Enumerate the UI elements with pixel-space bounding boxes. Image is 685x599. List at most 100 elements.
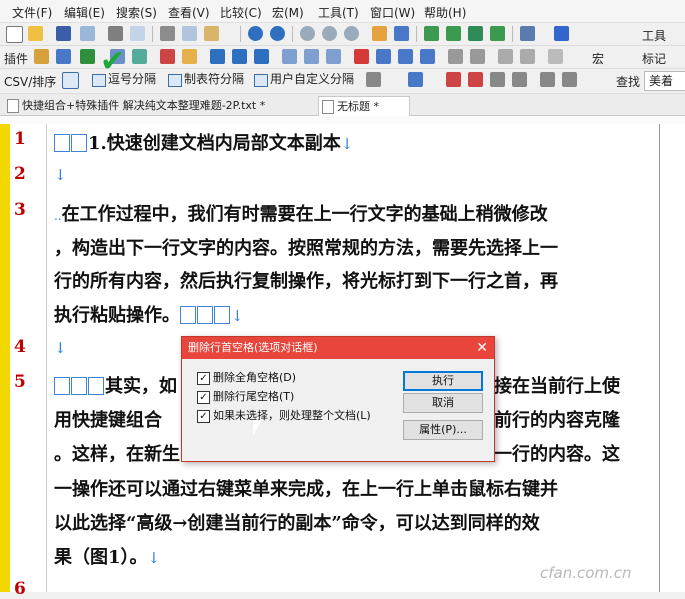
fullwidth-space-marker — [180, 306, 196, 324]
redo-icon[interactable] — [270, 26, 285, 41]
copy-icon[interactable] — [182, 26, 197, 41]
tab-document-1[interactable]: 快捷组合+特殊插件 解决纯文本整理难题-2P.txt * — [4, 96, 265, 115]
menu-search[interactable]: 搜索(S) — [116, 4, 157, 21]
line-number: 2 — [14, 164, 26, 184]
filter-icon[interactable] — [394, 26, 409, 41]
toolbar-separator — [416, 26, 417, 42]
checkbox-label: 如果未选择，则处理整个文档(L) — [213, 409, 371, 422]
close-icon[interactable]: ✕ — [476, 339, 488, 357]
font-icon[interactable] — [182, 49, 197, 64]
custom-separated-button[interactable]: 用户自定义分隔 — [252, 71, 354, 88]
column-icon[interactable] — [304, 49, 319, 64]
cancel-button[interactable]: 取消 — [403, 393, 483, 413]
macro-play-icon[interactable] — [470, 49, 485, 64]
editor-line-3c: 行的所有内容，然后执行复制操作，将光标打到下一行之首，再 — [54, 271, 558, 292]
save-all-icon[interactable] — [80, 26, 95, 41]
paragraph-icon[interactable] — [210, 49, 225, 64]
find-next-icon[interactable] — [322, 26, 337, 41]
paste-icon[interactable] — [204, 26, 219, 41]
delete-trailing-spaces-checkbox[interactable]: ✓ 删除行尾空格(T) — [197, 389, 294, 405]
space-marker: .. — [54, 209, 62, 223]
watermark: cfan.com.cn — [540, 564, 632, 582]
menu-file[interactable]: 文件(F) — [12, 4, 52, 21]
word-wrap-icon[interactable] — [468, 26, 483, 41]
columns-icon[interactable] — [408, 72, 423, 87]
sort-reverse-icon[interactable] — [512, 72, 527, 87]
editor-line-5e: 以此选择“高级→创建当前行的副本”命令，可以达到同样的效 — [54, 513, 540, 534]
print-icon[interactable] — [108, 26, 123, 41]
sort-desc-icon[interactable] — [468, 72, 483, 87]
wrap-margin-line — [659, 124, 660, 592]
delete-fullwidth-spaces-checkbox[interactable]: ✓ 删除全角空格(D) — [197, 370, 296, 386]
web-icon[interactable] — [554, 26, 569, 41]
text-color-icon[interactable] — [160, 49, 175, 64]
document-icon[interactable] — [520, 26, 535, 41]
align-icon[interactable] — [232, 49, 247, 64]
menu-tools[interactable]: 工具(T) — [318, 4, 359, 21]
menu-view[interactable]: 查看(V) — [168, 4, 210, 21]
save-icon[interactable] — [56, 26, 71, 41]
checkbox-label: 删除全角空格(D) — [213, 371, 297, 384]
toolbar-separator — [240, 26, 241, 42]
tab-untitled[interactable]: 无标题 * — [318, 96, 410, 116]
view-list-icon[interactable] — [424, 26, 439, 41]
table-icon[interactable] — [56, 49, 71, 64]
indent-icon[interactable] — [254, 49, 269, 64]
bookmark-prev-icon[interactable] — [420, 49, 435, 64]
execute-button[interactable]: 执行 — [403, 371, 483, 391]
macro-edit-icon[interactable] — [498, 49, 513, 64]
fullwidth-space-marker — [88, 377, 104, 395]
bookmark-icon[interactable] — [376, 49, 391, 64]
view-split-icon[interactable] — [490, 26, 505, 41]
new-file-icon[interactable] — [6, 26, 23, 43]
find-icon[interactable] — [300, 26, 315, 41]
view-toggle-icon[interactable] — [446, 26, 461, 41]
tab-separated-button[interactable]: 制表符分隔 — [166, 71, 244, 88]
plugin-icon[interactable] — [34, 49, 49, 64]
fullwidth-space-marker — [71, 377, 87, 395]
menu-help[interactable]: 帮助(H) — [424, 4, 466, 21]
sort-icon[interactable] — [326, 49, 341, 64]
editor-line-5b-right: 前行的内容克隆 — [494, 410, 620, 431]
open-folder-icon[interactable] — [28, 26, 43, 41]
properties-button[interactable]: 属性(P)... — [403, 420, 483, 440]
line-number: 3 — [14, 200, 26, 220]
line-number: 6 — [14, 579, 26, 599]
find-prev-icon[interactable] — [344, 26, 359, 41]
checkbox-check-icon: ✓ — [197, 410, 210, 423]
tools-toolbar-label: 工具 — [642, 29, 667, 43]
import-icon[interactable] — [540, 72, 555, 87]
tools-dropdown-icon[interactable] — [366, 72, 381, 87]
sort-options-icon[interactable] — [490, 72, 505, 87]
menu-window[interactable]: 窗口(W) — [370, 4, 415, 21]
sort-asc-icon[interactable] — [446, 72, 461, 87]
fullwidth-space-marker — [214, 306, 230, 324]
case-icon[interactable] — [282, 49, 297, 64]
trim-leading-spaces-dialog: 删除行首空格(选项对话框) ✕ ✓ 删除全角空格(D) ✓ 删除行尾空格(T) ✓ 如果… — [181, 336, 495, 462]
dialog-title: 删除行首空格(选项对话框) — [188, 341, 318, 354]
heading-text: 1.快速创建文档内局部文本副本 — [88, 133, 341, 154]
menu-edit[interactable]: 编辑(E) — [64, 4, 105, 21]
line-end-marker: ↓ — [54, 339, 67, 357]
process-whole-document-checkbox[interactable]: ✓ 如果未选择，则处理整个文档(L) — [197, 408, 371, 424]
mark-icon[interactable] — [354, 49, 369, 64]
cut-icon[interactable] — [160, 26, 175, 41]
line-number: 5 — [14, 372, 26, 392]
macro-record-icon[interactable] — [448, 49, 463, 64]
menu-compare[interactable]: 比较(C) — [220, 4, 262, 21]
format-tool-icon[interactable] — [132, 49, 147, 64]
print-preview-icon[interactable] — [130, 26, 145, 41]
bookmark-next-icon[interactable] — [398, 49, 413, 64]
export-icon[interactable] — [562, 72, 577, 87]
check-tool-icon[interactable] — [80, 49, 95, 64]
replace-icon[interactable] — [372, 26, 387, 41]
macro-toolbar-label: 宏 — [592, 52, 605, 66]
macro-stop-icon[interactable] — [548, 49, 563, 64]
menu-macro[interactable]: 宏(M) — [272, 4, 304, 21]
beautify-box[interactable]: 美着 — [644, 71, 685, 91]
undo-icon[interactable] — [248, 26, 263, 41]
toolbar-separator — [152, 26, 153, 42]
editor-line-5a-right: 接在当前行上使 — [494, 376, 620, 397]
csv-grid-icon[interactable] — [62, 72, 79, 89]
macro-list-icon[interactable] — [520, 49, 535, 64]
